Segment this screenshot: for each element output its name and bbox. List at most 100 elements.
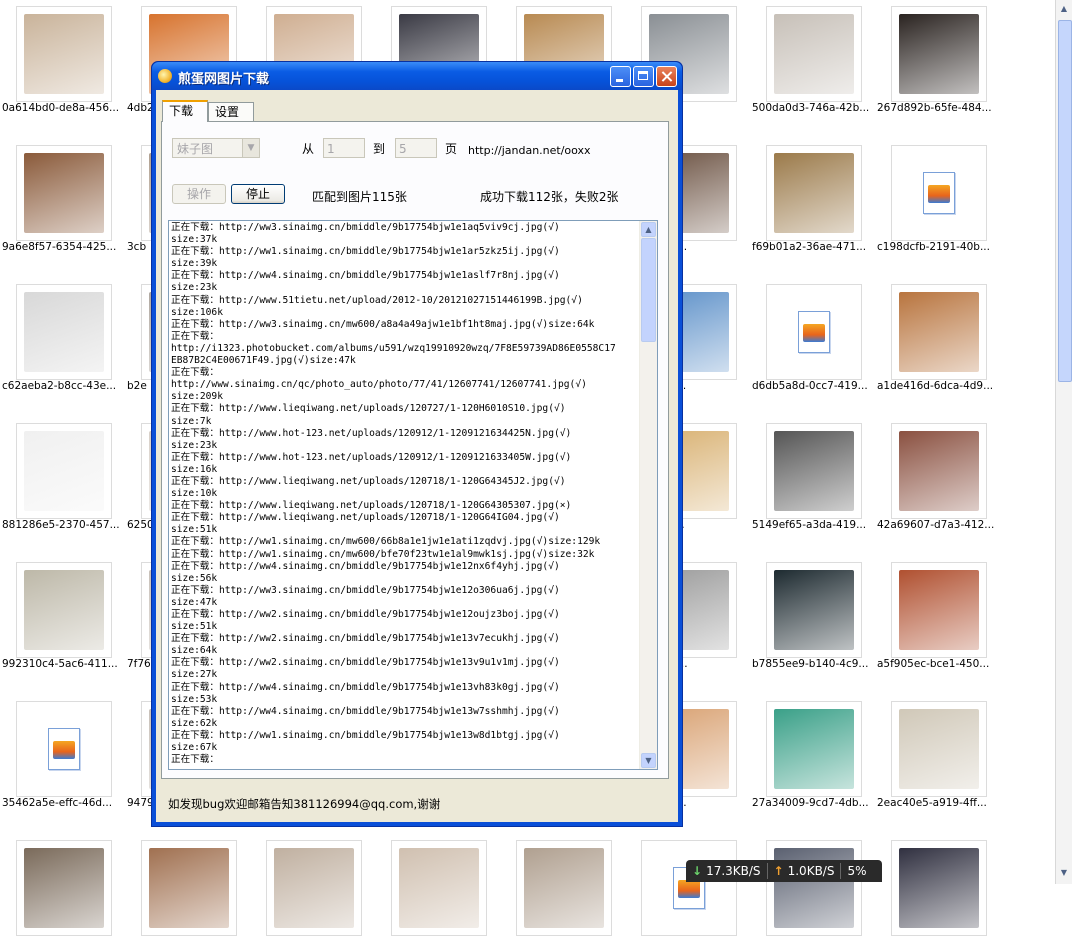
photo-thumbnail [24, 153, 104, 233]
thumbnail-filename: 42a69607-d7a3-412... [877, 519, 995, 531]
photo-thumbnail [774, 153, 854, 233]
thumbnail-item[interactable]: 2eac40e5-a919-4ff... [875, 695, 999, 813]
thumbnail-frame [266, 840, 362, 936]
category-select[interactable]: 妹子图 ▼ [172, 138, 260, 158]
chevron-down-icon[interactable]: ▼ [242, 139, 259, 157]
download-arrow-icon: ↓ [692, 864, 703, 878]
scroll-down-icon[interactable]: ▼ [1057, 866, 1071, 880]
footer-note: 如发现bug欢迎邮箱告知381126994@qq.com,谢谢 [168, 797, 441, 811]
photo-thumbnail [24, 848, 104, 928]
thumbnail-item[interactable] [750, 834, 874, 952]
thumbnail-frame [516, 840, 612, 936]
thumbnail-frame [141, 840, 237, 936]
thumbnail-frame [391, 840, 487, 936]
tab-settings[interactable]: 设置 [208, 102, 254, 121]
thumbnail-item[interactable]: 0a614bd0-de8a-456... [0, 0, 124, 118]
thumbnail-item[interactable] [625, 834, 749, 952]
thumbnail-item[interactable]: c198dcfb-2191-40b... [875, 139, 999, 257]
to-label: 到 [373, 142, 386, 156]
thumbnail-frame [891, 562, 987, 658]
thumbnail-filename: 2eac40e5-a919-4ff... [877, 797, 987, 809]
thumbnail-item[interactable]: 42a69607-d7a3-412... [875, 417, 999, 535]
log-scrollbar[interactable]: ▲ ▼ [639, 221, 657, 769]
thumbnail-item[interactable]: a5f905ec-bce1-450... [875, 556, 999, 674]
scroll-up-icon[interactable]: ▲ [641, 222, 656, 237]
thumbnail-item[interactable] [125, 834, 249, 952]
thumbnail-item[interactable]: 881286e5-2370-457... [0, 417, 124, 535]
photo-thumbnail [899, 848, 979, 928]
explorer-scrollbar[interactable]: ▲ ▼ [1055, 0, 1072, 884]
title-bar[interactable]: 煎蛋网图片下载 [152, 62, 682, 90]
thumbnail-frame [766, 284, 862, 380]
thumbnail-item[interactable] [250, 834, 374, 952]
stop-button[interactable]: 停止 [231, 184, 285, 204]
thumbnail-item[interactable]: a1de416d-6dca-4d9... [875, 278, 999, 396]
egg-icon [158, 69, 172, 83]
download-tab-panel: 妹子图 ▼ 从 1 到 5 页 http://jandan.net/ooxx 操… [161, 121, 669, 779]
tab-download[interactable]: 下载 [162, 100, 208, 122]
thumbnail-filename: 881286e5-2370-457... [2, 519, 120, 531]
thumbnail-item[interactable]: 5149ef65-a3da-419... [750, 417, 874, 535]
photo-thumbnail [899, 709, 979, 789]
window-client-area: 下载 设置 妹子图 ▼ 从 1 到 5 页 http://jandan.net/… [156, 90, 678, 822]
scrollbar-thumb[interactable] [641, 238, 656, 342]
action-button[interactable]: 操作 [172, 184, 226, 204]
thumbnail-item[interactable] [0, 834, 124, 952]
thumbnail-filename: b7855ee9-b140-4c9... [752, 658, 869, 670]
photo-thumbnail [24, 570, 104, 650]
thumbnail-frame [16, 423, 112, 519]
thumbnail-frame [16, 701, 112, 797]
thumbnail-item[interactable]: 35462a5e-effc-46d... [0, 695, 124, 813]
window-title: 煎蛋网图片下载 [178, 72, 270, 87]
thumbnail-item[interactable] [500, 834, 624, 952]
thumbnail-filename: 0a614bd0-de8a-456... [2, 102, 120, 114]
thumbnail-filename: a5f905ec-bce1-450... [877, 658, 990, 670]
download-log[interactable]: 正在下载：http://ww3.sinaimg.cn/bmiddle/9b177… [168, 220, 658, 770]
minimize-button[interactable] [610, 66, 631, 87]
app-window: 煎蛋网图片下载 下载 设置 妹子图 ▼ 从 1 到 5 页 http://jan… [151, 61, 683, 827]
thumbnail-item[interactable]: c62aeba2-b8cc-43e... [0, 278, 124, 396]
thumbnail-frame [766, 145, 862, 241]
thumbnail-item[interactable]: 27a34009-9cd7-4db... [750, 695, 874, 813]
scrollbar-thumb[interactable] [1058, 20, 1072, 382]
thumbnail-item[interactable]: 9a6e8f57-6354-425... [0, 139, 124, 257]
thumbnail-item[interactable]: d6db5a8d-0cc7-419... [750, 278, 874, 396]
thumbnail-item[interactable] [875, 834, 999, 952]
photo-thumbnail [774, 431, 854, 511]
to-page-input[interactable]: 5 [395, 138, 437, 158]
thumbnail-item[interactable] [375, 834, 499, 952]
photo-thumbnail [899, 14, 979, 94]
close-button[interactable] [656, 66, 677, 87]
scroll-up-icon[interactable]: ▲ [1057, 2, 1071, 16]
matched-count: 匹配到图片115张 [312, 190, 407, 204]
from-page-input[interactable]: 1 [323, 138, 365, 158]
photo-thumbnail [24, 292, 104, 372]
photo-thumbnail [774, 570, 854, 650]
photo-thumbnail [274, 848, 354, 928]
thumbnail-filename: c198dcfb-2191-40b... [877, 241, 990, 253]
scroll-down-icon[interactable]: ▼ [641, 753, 656, 768]
thumbnail-frame [16, 6, 112, 102]
maximize-button[interactable] [633, 66, 654, 87]
download-speed: 17.3KB/S [706, 864, 761, 878]
thumbnail-item[interactable]: f69b01a2-36ae-471... [750, 139, 874, 257]
thumbnail-frame [641, 840, 737, 936]
thumbnail-frame [891, 145, 987, 241]
thumbnail-frame [16, 840, 112, 936]
photo-thumbnail [24, 431, 104, 511]
thumbnail-frame [766, 562, 862, 658]
thumbnail-frame [16, 145, 112, 241]
thumbnail-frame [891, 423, 987, 519]
thumbnail-item[interactable]: b7855ee9-b140-4c9... [750, 556, 874, 674]
thumbnail-item[interactable]: 267d892b-65fe-484... [875, 0, 999, 118]
thumbnail-item[interactable]: 992310c4-5ac6-411... [0, 556, 124, 674]
thumbnail-frame [891, 284, 987, 380]
thumbnail-frame [766, 423, 862, 519]
thumbnail-frame [891, 701, 987, 797]
thumbnail-item[interactable]: 500da0d3-746a-42b... [750, 0, 874, 118]
photo-thumbnail [774, 14, 854, 94]
thumbnail-frame [16, 562, 112, 658]
thumbnail-filename: 35462a5e-effc-46d... [2, 797, 113, 809]
network-speed-bar: ↓ 17.3KB/S ↑ 1.0KB/S 5% [686, 860, 882, 882]
thumbnail-frame [766, 840, 862, 936]
